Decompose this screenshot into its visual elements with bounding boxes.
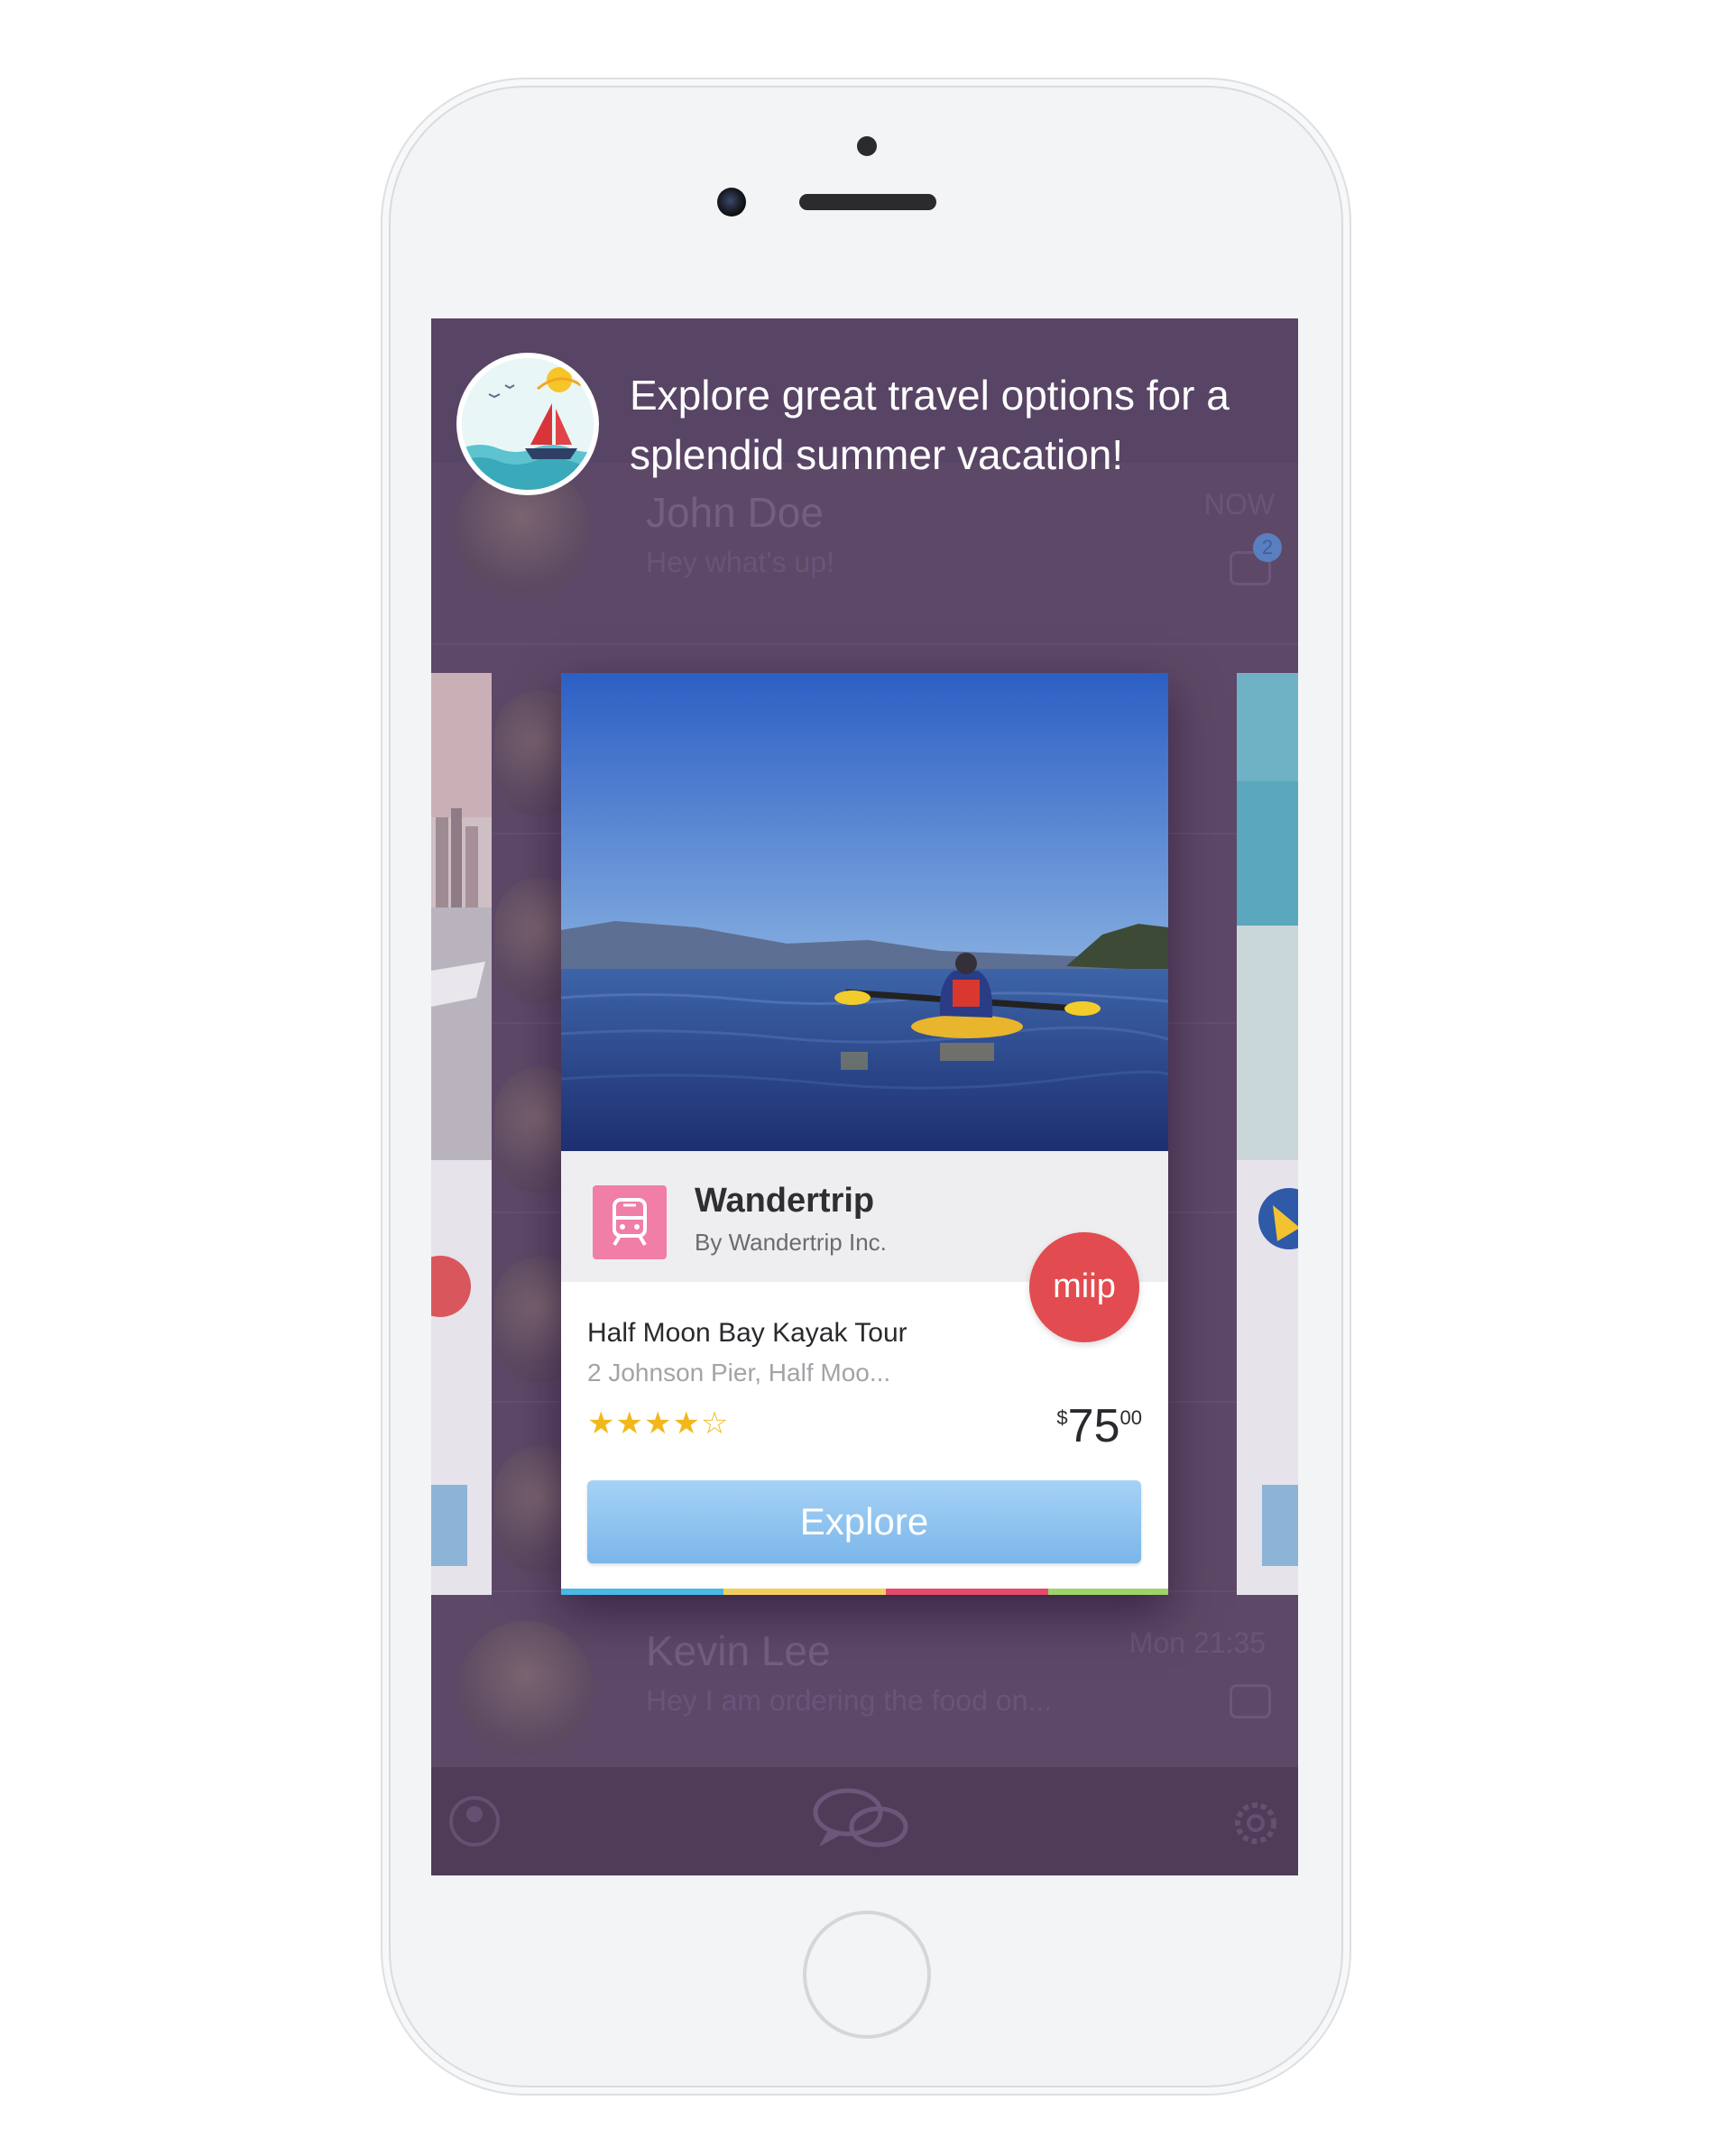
explore-button[interactable]: Explore bbox=[587, 1480, 1141, 1563]
avatar bbox=[458, 1621, 594, 1756]
message-preview: Hey what's up! bbox=[646, 546, 834, 578]
price: $7500 bbox=[1056, 1399, 1142, 1453]
gear-icon[interactable] bbox=[1235, 1802, 1276, 1844]
tour-title: Half Moon Bay Kayak Tour bbox=[587, 1318, 907, 1348]
unread-badge: 2 bbox=[1253, 533, 1282, 562]
message-preview: Hey I am ordering the food on... bbox=[646, 1684, 1053, 1717]
color-stripe bbox=[886, 1589, 1048, 1595]
experience-card[interactable]: Wandertrip By Wandertrip Inc. miip Half … bbox=[561, 673, 1168, 1595]
train-icon bbox=[593, 1185, 667, 1259]
tab-bar bbox=[431, 1767, 1298, 1875]
message-time: NOW bbox=[1203, 488, 1275, 521]
conversation-row[interactable]: Kevin Lee Hey I am ordering the food on.… bbox=[431, 1590, 1298, 1767]
tour-address: 2 Johnson Pier, Half Moo... bbox=[587, 1359, 891, 1387]
earpiece-speaker bbox=[799, 194, 936, 210]
message-time: Mon 21:35 bbox=[1129, 1626, 1266, 1659]
color-stripe bbox=[561, 1589, 723, 1595]
star-rating: ★★★★☆ bbox=[587, 1406, 730, 1441]
chat-icon[interactable] bbox=[1230, 1684, 1271, 1718]
sailboat-icon bbox=[456, 353, 599, 495]
price-whole: 75 bbox=[1067, 1400, 1120, 1452]
side-card-left[interactable] bbox=[431, 673, 492, 1595]
app-publisher: By Wandertrip Inc. bbox=[695, 1229, 887, 1256]
price-currency: $ bbox=[1056, 1406, 1068, 1429]
profile-icon[interactable] bbox=[449, 1796, 500, 1847]
color-stripe bbox=[723, 1589, 886, 1595]
notification-banner[interactable]: Explore great travel options for a splen… bbox=[431, 318, 1298, 495]
contact-name: John Doe bbox=[646, 489, 824, 536]
phone-screen: John Doe Hey what's up! NOW 2 Kevin Lee … bbox=[431, 318, 1298, 1875]
conversation-row[interactable]: John Doe Hey what's up! NOW 2 bbox=[431, 463, 1298, 645]
chat-bubbles-icon[interactable] bbox=[813, 1788, 908, 1847]
front-camera bbox=[717, 188, 746, 217]
contact-name: Kevin Lee bbox=[646, 1627, 831, 1674]
side-card-right[interactable] bbox=[1237, 673, 1298, 1595]
miip-badge[interactable]: miip bbox=[1029, 1232, 1139, 1342]
app-name: Wandertrip bbox=[695, 1182, 875, 1220]
proximity-sensor bbox=[857, 136, 877, 156]
kayak-photo bbox=[561, 673, 1168, 1151]
price-cents: 00 bbox=[1119, 1406, 1142, 1429]
notification-text: Explore great travel options for a splen… bbox=[630, 372, 1230, 478]
home-button[interactable] bbox=[803, 1911, 931, 2039]
color-stripe bbox=[1048, 1589, 1168, 1595]
